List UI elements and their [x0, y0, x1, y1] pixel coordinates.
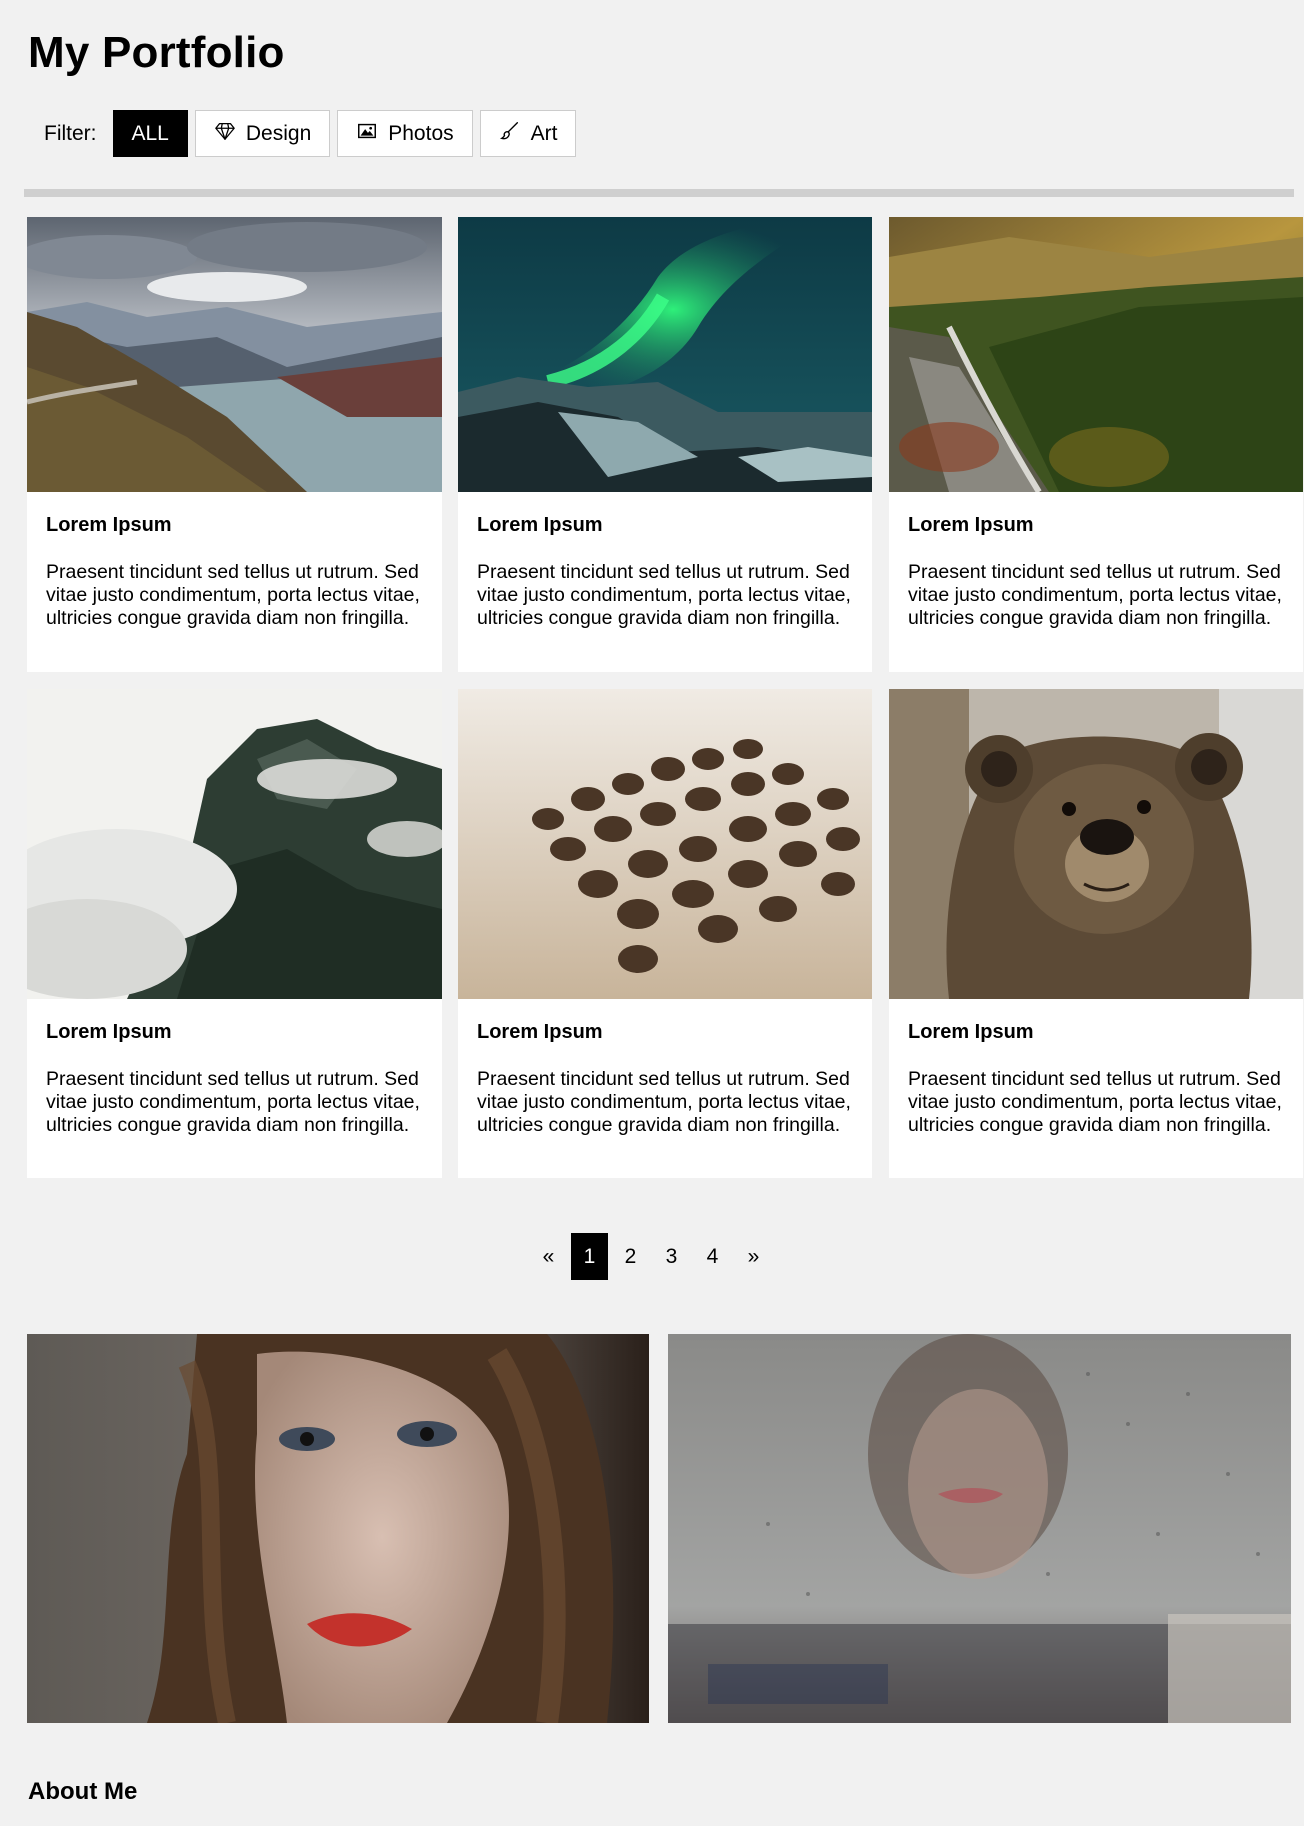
card-body: Lorem Ipsum Praesent tincidunt sed tellu…: [889, 999, 1303, 1137]
diamond-icon: [214, 120, 236, 148]
card-text: Praesent tincidunt sed tellus ut rutrum.…: [477, 1068, 851, 1136]
image-icon: [356, 120, 378, 148]
page-title: My Portfolio: [28, 28, 285, 77]
card-image: [27, 217, 442, 492]
pagination-page-1[interactable]: 1: [571, 1233, 608, 1280]
about-heading: About Me: [28, 1778, 138, 1805]
card-text: Praesent tincidunt sed tellus ut rutrum.…: [908, 1068, 1282, 1136]
card-text: Praesent tincidunt sed tellus ut rutrum.…: [46, 1068, 420, 1136]
portfolio-card[interactable]: Lorem Ipsum Praesent tincidunt sed tellu…: [889, 217, 1303, 672]
card-text: Praesent tincidunt sed tellus ut rutrum.…: [477, 561, 851, 629]
portfolio-card[interactable]: Lorem Ipsum Praesent tincidunt sed tellu…: [889, 689, 1303, 1178]
filter-label: Filter:: [44, 121, 97, 145]
portfolio-card[interactable]: Lorem Ipsum Praesent tincidunt sed tellu…: [27, 217, 442, 672]
card-title: Lorem Ipsum: [477, 1021, 603, 1043]
card-image: [889, 217, 1303, 492]
card-image: [27, 689, 442, 999]
portfolio-card[interactable]: Lorem Ipsum Praesent tincidunt sed tellu…: [458, 217, 872, 672]
card-title: Lorem Ipsum: [477, 514, 603, 536]
brush-icon: [499, 120, 521, 148]
card-body: Lorem Ipsum Praesent tincidunt sed tellu…: [27, 999, 442, 1137]
pagination-page-3[interactable]: 3: [653, 1233, 690, 1280]
filter-all-label: ALL: [131, 121, 169, 145]
pagination-page-4[interactable]: 4: [694, 1233, 731, 1280]
portrait-image-woman-window: [668, 1334, 1291, 1723]
card-image: [889, 689, 1303, 999]
card-title: Lorem Ipsum: [908, 1021, 1034, 1043]
filter-design-button[interactable]: Design: [194, 110, 331, 157]
pagination-next[interactable]: »: [735, 1233, 772, 1280]
card-title: Lorem Ipsum: [46, 514, 172, 536]
card-body: Lorem Ipsum Praesent tincidunt sed tellu…: [27, 492, 442, 630]
pagination-page-2[interactable]: 2: [612, 1233, 649, 1280]
card-title: Lorem Ipsum: [908, 514, 1034, 536]
filter-art-label: Art: [530, 121, 558, 145]
filter-design-label: Design: [245, 121, 312, 145]
filter-all-button[interactable]: ALL: [112, 110, 188, 157]
filter-bar: Filter: ALL Design Photos Art: [28, 110, 583, 157]
pagination-prev[interactable]: «: [530, 1233, 567, 1280]
divider: [24, 189, 1294, 197]
card-text: Praesent tincidunt sed tellus ut rutrum.…: [46, 561, 420, 629]
portrait-image-woman-red-lips: [27, 1334, 649, 1723]
portfolio-card[interactable]: Lorem Ipsum Praesent tincidunt sed tellu…: [458, 689, 872, 1178]
pagination: « 1 2 3 4 »: [528, 1233, 774, 1280]
card-body: Lorem Ipsum Praesent tincidunt sed tellu…: [889, 492, 1303, 630]
filter-photos-button[interactable]: Photos: [337, 110, 473, 157]
card-body: Lorem Ipsum Praesent tincidunt sed tellu…: [458, 492, 872, 630]
filter-photos-label: Photos: [388, 121, 454, 145]
card-body: Lorem Ipsum Praesent tincidunt sed tellu…: [458, 999, 872, 1137]
card-text: Praesent tincidunt sed tellus ut rutrum.…: [908, 561, 1282, 629]
card-image: [458, 689, 872, 999]
filter-art-button[interactable]: Art: [479, 110, 577, 157]
card-image: [458, 217, 872, 492]
portfolio-card[interactable]: Lorem Ipsum Praesent tincidunt sed tellu…: [27, 689, 442, 1178]
card-title: Lorem Ipsum: [46, 1021, 172, 1043]
portfolio-page: My Portfolio Filter: ALL Design Photos A…: [0, 0, 1304, 1826]
